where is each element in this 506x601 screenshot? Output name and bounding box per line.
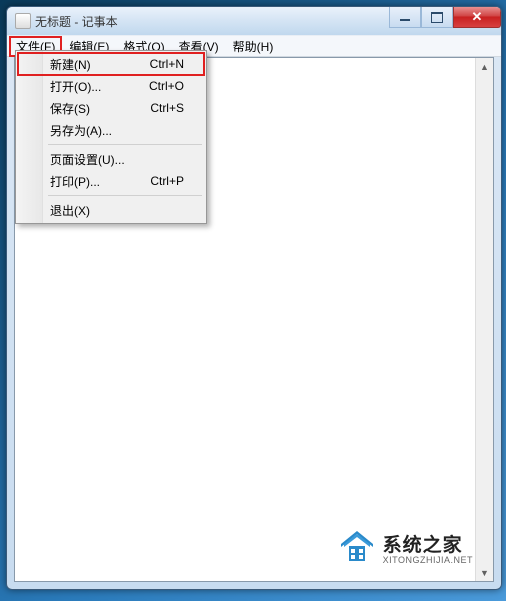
menu-separator [48,195,202,196]
watermark-text: 系统之家 XITONGZHIJIA.NET [383,530,473,565]
file-menu-dropdown: 新建(N) Ctrl+N 打开(O)... Ctrl+O 保存(S) Ctrl+… [15,50,207,224]
menu-help[interactable]: 帮助(H) [226,36,281,57]
menu-item-label: 新建(N) [50,56,91,73]
menu-item-pagesetup[interactable]: 页面设置(U)... [18,148,204,170]
window-controls: ✕ [389,7,501,27]
menu-item-shortcut: Ctrl+S [150,101,184,115]
menu-item-shortcut: Ctrl+N [150,57,184,71]
menu-item-shortcut: Ctrl+O [149,79,184,93]
watermark-cn: 系统之家 [383,530,473,557]
menu-item-label: 打印(P)... [50,173,100,190]
app-icon [15,13,31,29]
watermark: 系统之家 XITONGZHIJIA.NET [337,529,473,565]
menu-item-label: 打开(O)... [50,78,101,95]
menu-item-new[interactable]: 新建(N) Ctrl+N [18,53,204,75]
menu-separator [48,144,202,145]
menu-item-open[interactable]: 打开(O)... Ctrl+O [18,75,204,97]
menu-item-print[interactable]: 打印(P)... Ctrl+P [18,170,204,192]
menu-item-saveas[interactable]: 另存为(A)... [18,119,204,141]
vertical-scrollbar[interactable]: ▲ ▼ [475,58,493,581]
menu-item-exit[interactable]: 退出(X) [18,199,204,221]
menu-item-save[interactable]: 保存(S) Ctrl+S [18,97,204,119]
close-button[interactable]: ✕ [453,7,501,28]
menu-item-shortcut: Ctrl+P [150,174,184,188]
menu-item-label: 退出(X) [50,202,90,219]
menu-item-label: 保存(S) [50,100,90,117]
menu-item-label: 页面设置(U)... [50,151,125,168]
scroll-down-icon[interactable]: ▼ [476,564,493,581]
maximize-button[interactable] [421,7,453,28]
menu-item-label: 另存为(A)... [50,122,112,139]
house-icon [337,529,377,565]
minimize-button[interactable] [389,7,421,28]
scroll-up-icon[interactable]: ▲ [476,58,493,75]
watermark-en: XITONGZHIJIA.NET [383,555,473,565]
window-title: 无标题 - 记事本 [35,13,118,30]
title-bar[interactable]: 无标题 - 记事本 ✕ [7,7,501,35]
